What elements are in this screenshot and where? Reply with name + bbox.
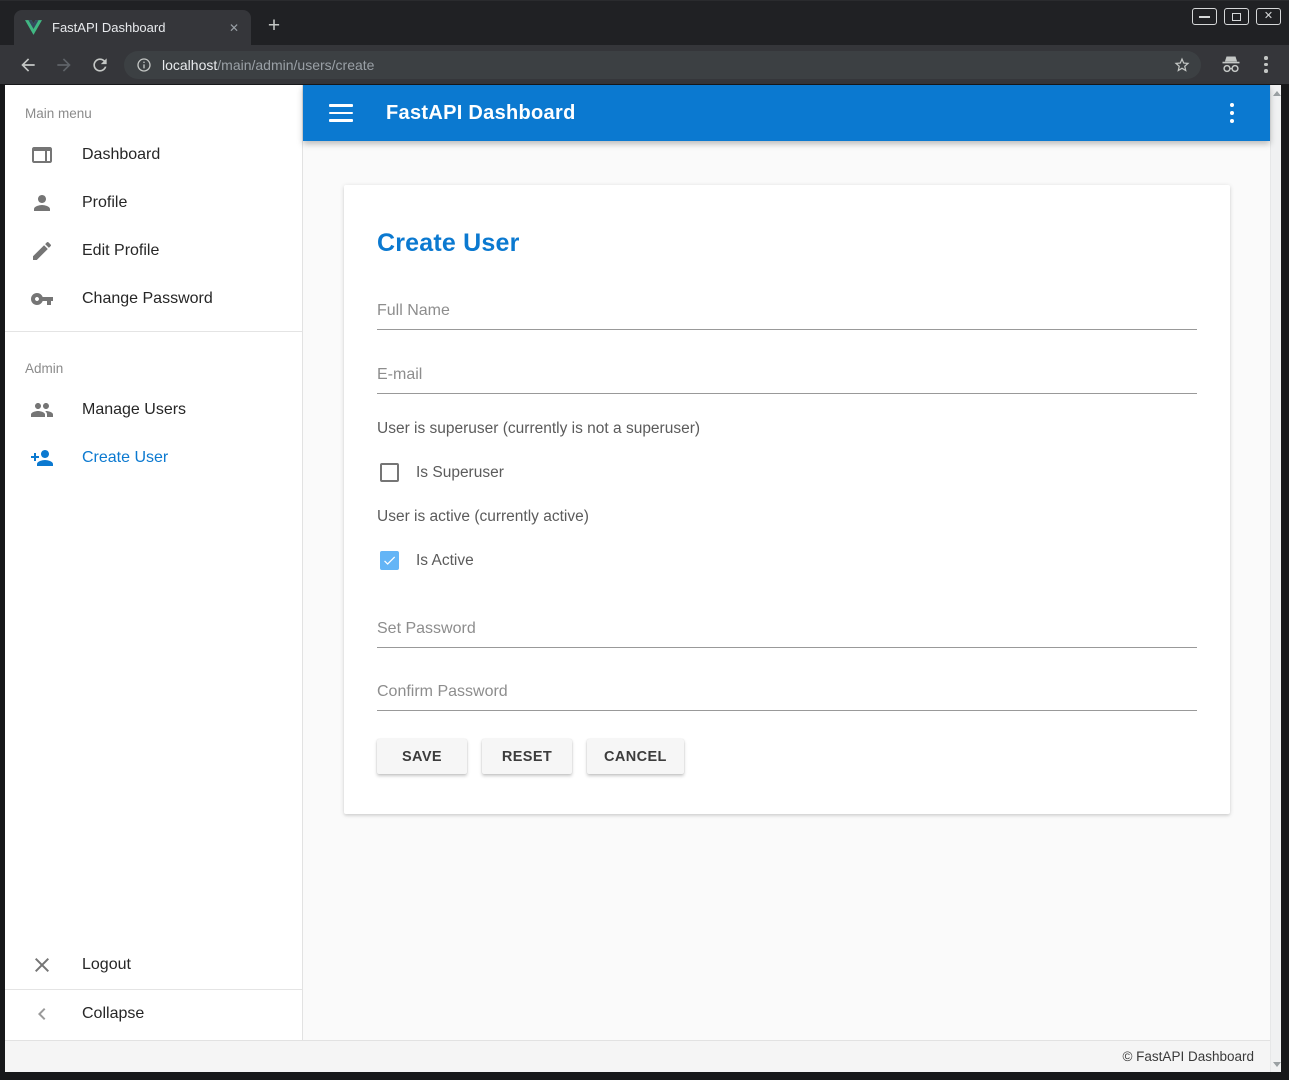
appbar-title: FastAPI Dashboard xyxy=(386,102,576,125)
url-text[interactable]: localhost/main/admin/users/create xyxy=(162,57,1173,73)
forward-button[interactable] xyxy=(54,55,74,75)
tab-title: FastAPI Dashboard xyxy=(52,20,225,35)
sidebar-item-logout[interactable]: Logout xyxy=(5,941,302,989)
window-close-button[interactable]: ✕ xyxy=(1256,8,1281,25)
person-add-icon xyxy=(30,446,54,470)
hamburger-menu-icon[interactable] xyxy=(329,104,353,122)
checkbox-checked-icon[interactable] xyxy=(380,551,399,570)
scrollbar-up-arrow[interactable] xyxy=(1271,87,1282,99)
sidebar-item-edit-profile[interactable]: Edit Profile xyxy=(5,227,302,275)
minimize-icon xyxy=(1199,16,1210,18)
is-superuser-checkbox[interactable]: Is Superuser xyxy=(377,463,1197,482)
sidebar-item-label: Create User xyxy=(82,449,168,467)
app-bar: FastAPI Dashboard xyxy=(303,85,1270,141)
full-name-input[interactable] xyxy=(377,300,1197,330)
tab-close-icon[interactable]: ✕ xyxy=(225,19,243,37)
browser-toolbar: localhost/main/admin/users/create xyxy=(0,45,1289,85)
key-icon xyxy=(30,287,54,311)
save-button[interactable]: SAVE xyxy=(377,739,467,774)
sidebar-item-label: Edit Profile xyxy=(82,242,159,260)
appbar-menu-button[interactable] xyxy=(1224,101,1240,125)
superuser-hint: User is superuser (currently is not a su… xyxy=(377,420,1197,438)
sidebar-item-label: Logout xyxy=(82,956,131,974)
site-info-icon[interactable] xyxy=(136,57,152,73)
email-input[interactable] xyxy=(377,364,1197,394)
url-path: /main/admin/users/create xyxy=(217,57,374,73)
footer: © FastAPI Dashboard xyxy=(5,1040,1270,1072)
sidebar-item-profile[interactable]: Profile xyxy=(5,179,302,227)
reload-button[interactable] xyxy=(90,55,110,75)
chevron-left-icon xyxy=(30,1002,54,1026)
confirm-password-input[interactable] xyxy=(377,681,1197,711)
vertical-scrollbar[interactable] xyxy=(1270,85,1281,1072)
sidebar-divider xyxy=(5,331,302,332)
page-viewport: Main menu Dashboard Profile Edit Profile xyxy=(5,85,1281,1072)
url-host: localhost xyxy=(162,57,217,73)
window-minimize-button[interactable] xyxy=(1192,8,1217,25)
person-icon xyxy=(30,191,54,215)
set-password-input[interactable] xyxy=(377,618,1197,648)
maximize-icon xyxy=(1232,13,1241,21)
checkbox-label: Is Active xyxy=(416,552,474,570)
footer-copyright: © FastAPI Dashboard xyxy=(1122,1049,1254,1064)
bookmark-star-icon[interactable] xyxy=(1173,56,1191,74)
cancel-button[interactable]: CANCEL xyxy=(587,739,684,774)
people-icon xyxy=(30,398,54,422)
sidebar-item-collapse[interactable]: Collapse xyxy=(5,990,302,1038)
browser-tab-bar: FastAPI Dashboard ✕ + ✕ xyxy=(0,0,1289,45)
browser-menu-button[interactable] xyxy=(1257,53,1275,77)
form-actions: SAVE RESET CANCEL xyxy=(377,739,1197,774)
sidebar-item-label: Dashboard xyxy=(82,146,160,164)
page-title: Create User xyxy=(377,229,1197,258)
close-x-icon xyxy=(30,953,54,977)
sidebar-item-create-user[interactable]: Create User xyxy=(5,434,302,482)
sidebar-item-label: Manage Users xyxy=(82,401,186,419)
sidebar-section-admin: Admin xyxy=(5,340,302,386)
address-bar[interactable]: localhost/main/admin/users/create xyxy=(124,51,1201,79)
pencil-icon xyxy=(30,239,54,263)
main-content: Create User User is superuser (currently… xyxy=(303,141,1270,1040)
sidebar-item-label: Change Password xyxy=(82,290,213,308)
browser-window: FastAPI Dashboard ✕ + ✕ localhost/main/a… xyxy=(0,0,1289,1080)
window-controls: ✕ xyxy=(1192,8,1281,25)
dashboard-icon xyxy=(30,143,54,167)
is-active-checkbox[interactable]: Is Active xyxy=(377,551,1197,570)
sidebar-item-change-password[interactable]: Change Password xyxy=(5,275,302,323)
sidebar-bottom: Logout Collapse xyxy=(5,941,302,1038)
sidebar-item-dashboard[interactable]: Dashboard xyxy=(5,131,302,179)
sidebar-item-manage-users[interactable]: Manage Users xyxy=(5,386,302,434)
vue-favicon-icon xyxy=(25,19,42,36)
create-user-card: Create User User is superuser (currently… xyxy=(344,185,1230,814)
sidebar: Main menu Dashboard Profile Edit Profile xyxy=(5,85,303,1040)
sidebar-section-main-menu: Main menu xyxy=(5,85,302,131)
checkbox-unchecked-icon[interactable] xyxy=(380,463,399,482)
back-button[interactable] xyxy=(18,55,38,75)
sidebar-item-label: Profile xyxy=(82,194,127,212)
sidebar-item-label: Collapse xyxy=(82,1005,144,1023)
reset-button[interactable]: RESET xyxy=(482,739,572,774)
window-maximize-button[interactable] xyxy=(1224,8,1249,25)
browser-tab[interactable]: FastAPI Dashboard ✕ xyxy=(14,10,251,45)
active-hint: User is active (currently active) xyxy=(377,508,1197,526)
checkbox-label: Is Superuser xyxy=(416,464,504,482)
scrollbar-down-arrow[interactable] xyxy=(1271,1058,1282,1070)
incognito-icon xyxy=(1219,53,1243,77)
new-tab-button[interactable]: + xyxy=(260,12,288,40)
